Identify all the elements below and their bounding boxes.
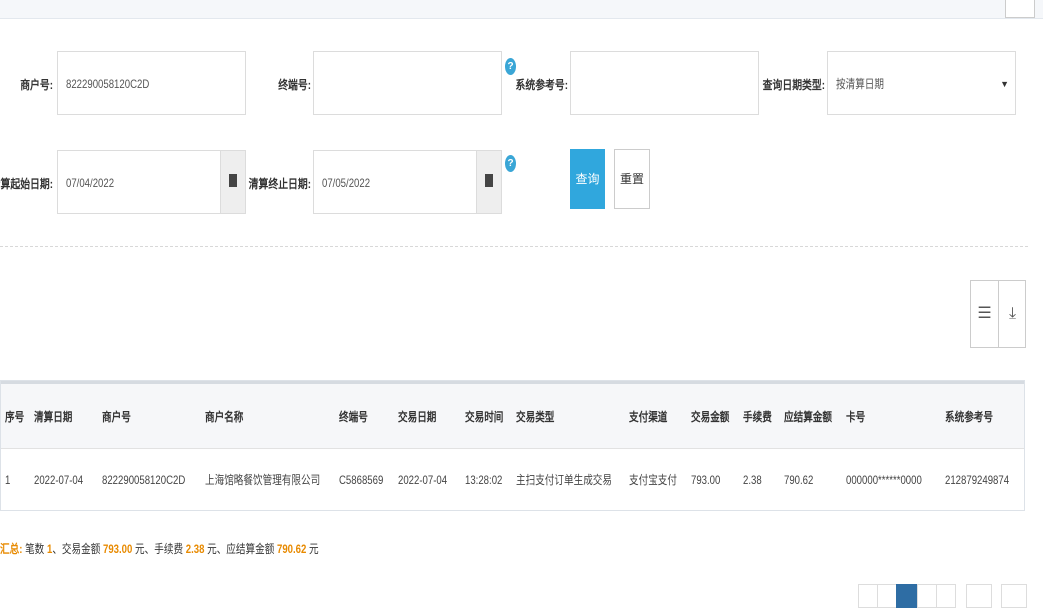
merchant-input[interactable]: 822290058120C2D — [57, 51, 246, 115]
col-header-index: 序号 — [5, 409, 25, 424]
start-date-input[interactable]: 07/04/2022 — [57, 150, 246, 214]
sysref-label: 系统参考号: — [515, 78, 568, 92]
chevron-down-icon: ▼ — [1000, 79, 1009, 89]
results-table: 序号 清算日期 商户号 商户名称 终端号 交易日期 交易时间 交易类型 支付渠道… — [0, 380, 1025, 511]
col-header-merchant-name: 商户名称 — [205, 409, 244, 424]
merchant-input-value: 822290058120C2D — [66, 77, 150, 91]
column-list-icon[interactable]: ☰ — [971, 281, 998, 347]
end-calendar-button[interactable] — [476, 151, 501, 213]
summary-line: 汇总: 笔数 1、交易金额 793.00 元、手续费 2.38 元、应结算金额 … — [0, 542, 319, 556]
reset-button[interactable]: 重置 — [614, 149, 650, 209]
top-right-button[interactable] — [1005, 0, 1035, 18]
table-row[interactable]: 1 2022-07-04 822290058120C2D 上海馆略餐饮管理有限公… — [1, 449, 1024, 510]
end-date-help-icon[interactable]: ? — [505, 155, 516, 172]
pager-last[interactable] — [936, 584, 956, 608]
table-header: 序号 清算日期 商户号 商户名称 终端号 交易日期 交易时间 交易类型 支付渠道… — [1, 381, 1024, 449]
start-date-label: 清算起始日期: — [0, 177, 53, 191]
col-header-settle-amount: 应结算金额 — [784, 409, 833, 424]
date-type-select[interactable]: 按清算日期 ▼ — [827, 51, 1016, 115]
terminal-label: 终端号: — [278, 78, 311, 92]
terminal-input[interactable] — [313, 51, 502, 115]
page-size-select[interactable] — [966, 584, 992, 608]
col-header-sysref: 系统参考号 — [945, 409, 994, 424]
pager-prev[interactable] — [877, 584, 897, 608]
col-header-fee: 手续费 — [743, 409, 772, 424]
summary-prefix: 汇总: — [0, 542, 23, 556]
section-divider — [0, 246, 1028, 247]
pager-next[interactable] — [917, 584, 937, 608]
end-date-label: 清算终止日期: — [248, 177, 311, 191]
col-header-amount: 交易金额 — [691, 409, 730, 424]
col-header-settle-date: 清算日期 — [34, 409, 73, 424]
terminal-help-icon[interactable]: ? — [505, 58, 516, 75]
col-header-trade-time: 交易时间 — [465, 409, 504, 424]
end-date-input[interactable]: 07/05/2022 — [313, 150, 502, 214]
col-header-trade-type: 交易类型 — [516, 409, 555, 424]
date-type-label: 查询日期类型: — [762, 78, 825, 92]
summary-amount: 793.00 — [103, 542, 133, 556]
col-header-channel: 支付渠道 — [629, 409, 668, 424]
start-calendar-button[interactable] — [220, 151, 245, 213]
col-header-trade-date: 交易日期 — [398, 409, 437, 424]
sysref-input[interactable] — [570, 51, 759, 115]
calendar-icon — [485, 174, 493, 187]
pager-current-page[interactable] — [896, 584, 918, 608]
col-header-terminal: 终端号 — [339, 409, 368, 424]
page-jump[interactable] — [1001, 584, 1027, 608]
merchant-label: 商户号: — [20, 78, 53, 92]
top-bar — [0, 0, 1043, 19]
col-header-card: 卡号 — [846, 409, 866, 424]
pager-first[interactable] — [858, 584, 878, 608]
col-header-merchant-no: 商户号 — [102, 409, 131, 424]
query-button[interactable]: 查询 — [570, 149, 605, 209]
calendar-icon — [229, 174, 237, 187]
table-toolbar: ☰ ⤓ — [970, 280, 1026, 348]
summary-settle: 790.62 — [276, 542, 307, 556]
download-icon[interactable]: ⤓ — [999, 281, 1026, 347]
summary-fee: 2.38 — [185, 542, 205, 556]
